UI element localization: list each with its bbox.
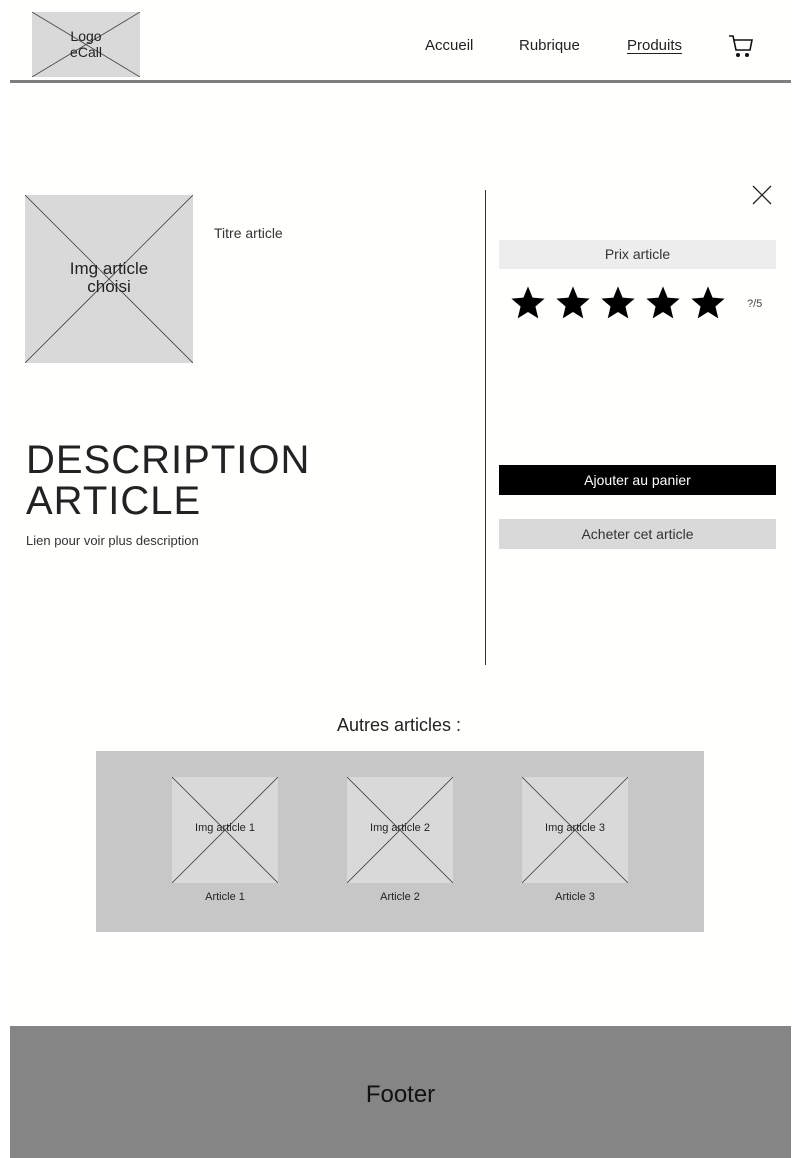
footer: Footer	[10, 1026, 791, 1158]
close-icon[interactable]	[752, 185, 772, 205]
header-divider	[10, 80, 791, 83]
product-image-placeholder: Img article choisi	[25, 195, 193, 363]
other-articles-title: Autres articles :	[336, 715, 462, 735]
article-label[interactable]: Article 2	[347, 891, 453, 903]
nav-accueil[interactable]: Accueil	[425, 37, 473, 54]
product-price: Prix article	[499, 240, 776, 269]
star-icon[interactable]	[599, 284, 637, 322]
nav-produits[interactable]: Produits	[627, 37, 682, 54]
cart-icon[interactable]	[728, 34, 754, 60]
article-card[interactable]: Img article 1 Article 1	[172, 777, 278, 903]
article-label[interactable]: Article 1	[172, 891, 278, 903]
nav-rubrique[interactable]: Rubrique	[519, 37, 580, 54]
page	[10, 0, 791, 1158]
star-icon[interactable]	[644, 284, 682, 322]
buy-button[interactable]: Acheter cet article	[499, 519, 776, 549]
logo-text: Logo eCall	[70, 28, 102, 60]
article-card[interactable]: Img article 2 Article 2	[347, 777, 453, 903]
article-card[interactable]: Img article 3 Article 3	[522, 777, 628, 903]
star-icon[interactable]	[689, 284, 727, 322]
rating-value: ?/5	[747, 298, 763, 310]
article-image-placeholder[interactable]: Img article 2	[347, 777, 453, 883]
article-image-label: Img article 2	[370, 822, 430, 834]
description-link[interactable]: Lien pour voir plus description	[26, 533, 199, 548]
product-image-label: Img article choisi	[69, 259, 149, 296]
article-image-placeholder[interactable]: Img article 3	[522, 777, 628, 883]
article-image-placeholder[interactable]: Img article 1	[172, 777, 278, 883]
article-image-label: Img article 3	[545, 822, 605, 834]
add-to-cart-button[interactable]: Ajouter au panier	[499, 465, 776, 495]
article-image-label: Img article 1	[195, 822, 255, 834]
product-title: Titre article	[214, 225, 283, 241]
description-title: DESCRIPTION ARTICLE	[26, 438, 311, 523]
vertical-divider	[485, 190, 486, 665]
star-icon[interactable]	[509, 284, 547, 322]
other-articles-panel: Img article 1 Article 1 Img article 2 Ar…	[96, 751, 704, 932]
star-icon[interactable]	[554, 284, 592, 322]
article-label[interactable]: Article 3	[522, 891, 628, 903]
logo[interactable]: Logo eCall	[32, 12, 140, 77]
footer-label: Footer	[365, 1081, 436, 1108]
